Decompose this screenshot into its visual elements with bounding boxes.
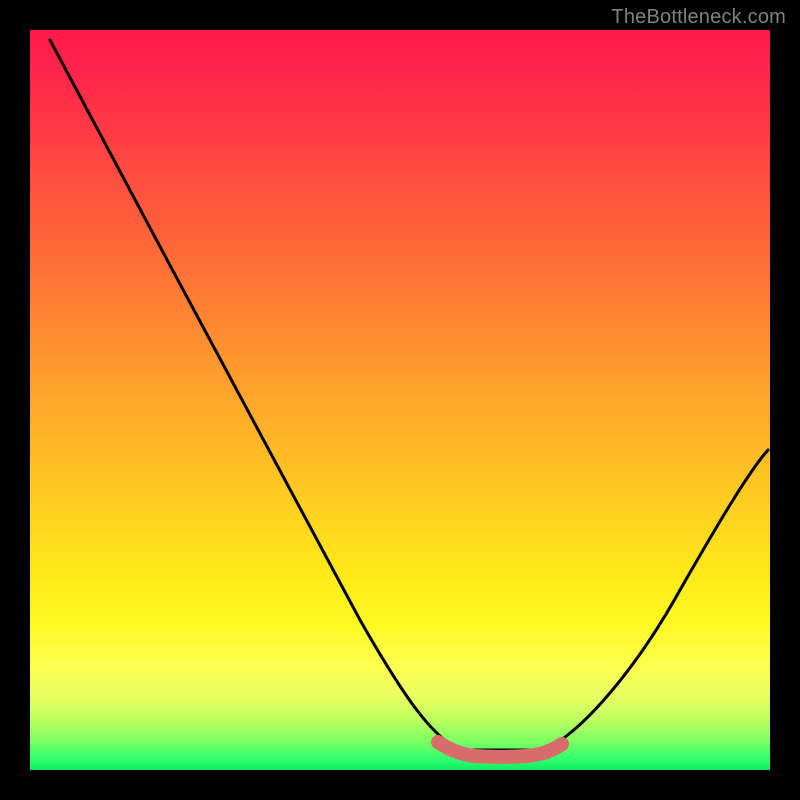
curve-svg — [30, 30, 770, 770]
plot-area — [30, 30, 770, 770]
chart-frame: TheBottleneck.com — [0, 0, 800, 800]
main-curve — [50, 40, 768, 750]
watermark-text: TheBottleneck.com — [611, 6, 786, 29]
